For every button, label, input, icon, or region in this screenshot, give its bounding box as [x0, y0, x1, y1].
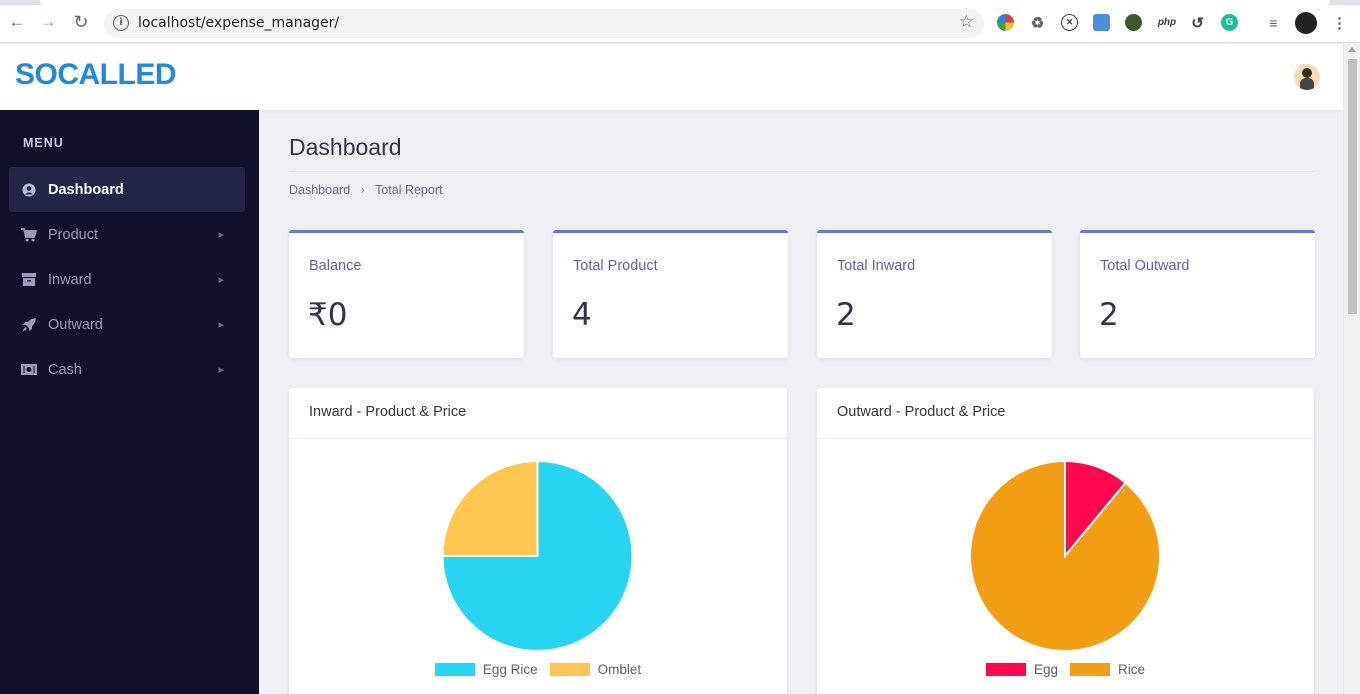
- legend-item[interactable]: Omblet: [549, 662, 642, 677]
- legend-item[interactable]: Egg: [985, 662, 1058, 677]
- stat-card-total-outward: Total Outward 2: [1080, 230, 1315, 358]
- sidebar-item-inward[interactable]: Inward ▸: [9, 257, 245, 302]
- legend-label: Egg: [1033, 662, 1058, 677]
- stat-label: Total Product: [573, 258, 658, 274]
- bookmark-star-icon[interactable]: ☆: [959, 12, 974, 32]
- outward-chart-card: Outward - Product & Price Egg Rice: [817, 388, 1314, 694]
- stat-value: 4: [572, 297, 592, 333]
- breadcrumb: Dashboard › Total Report: [289, 183, 442, 197]
- sidebar-item-label: Cash: [48, 361, 82, 378]
- legend-item[interactable]: Rice: [1070, 662, 1145, 677]
- menu-dots-icon[interactable]: ⋮: [1331, 14, 1348, 32]
- chevron-right-icon: ▸: [218, 229, 224, 241]
- leaf-extension-icon[interactable]: [1125, 14, 1142, 31]
- outward-pie-chart: [969, 459, 1161, 652]
- app-header: SOCALLED: [0, 44, 1343, 110]
- title-divider: [289, 171, 1314, 172]
- legend-item[interactable]: Egg Rice: [434, 662, 538, 677]
- sidebar-item-label: Dashboard: [48, 181, 124, 198]
- main-content: Dashboard Dashboard › Total Report Balan…: [259, 110, 1343, 694]
- sidebar-item-cash[interactable]: Cash ▸: [9, 347, 245, 392]
- playlist-icon[interactable]: ≡: [1265, 14, 1282, 31]
- sidebar-item-outward[interactable]: Outward ▸: [9, 302, 245, 347]
- browser-toolbar: ← → ↻ i localhost/expense_manager/ ☆ ♻ ✕…: [0, 0, 1360, 43]
- legend-swatch: [549, 663, 590, 676]
- recycle-extension-icon[interactable]: ♻: [1029, 14, 1046, 32]
- page-title: Dashboard: [289, 134, 402, 160]
- stat-card-balance: Balance ₹0: [289, 230, 524, 358]
- php-extension-icon[interactable]: php: [1155, 14, 1179, 31]
- info-icon[interactable]: i: [113, 15, 129, 31]
- sidebar: MENU Dashboard Product ▸ Inward ▸ Outwar…: [0, 110, 259, 694]
- page-scrollbar[interactable]: [1343, 44, 1360, 694]
- sidebar-item-dashboard[interactable]: Dashboard: [9, 167, 245, 212]
- pie-slice-rice[interactable]: [969, 459, 1161, 652]
- sidebar-item-label: Product: [48, 226, 98, 243]
- brand-logo[interactable]: SOCALLED: [15, 58, 177, 92]
- color-wheel-extension-icon[interactable]: [997, 14, 1014, 31]
- user-circle-icon: [21, 182, 37, 198]
- rocket-icon: [21, 317, 37, 333]
- profile-avatar-icon[interactable]: [1295, 12, 1317, 34]
- legend-swatch: [434, 663, 475, 676]
- tab-strip: [0, 0, 1360, 5]
- address-url[interactable]: localhost/expense_manager/: [138, 15, 339, 31]
- scroll-up-icon[interactable]: [1348, 47, 1356, 52]
- legend-swatch: [985, 663, 1026, 676]
- legend-label: Omblet: [597, 662, 642, 677]
- stat-value: 2: [836, 297, 856, 333]
- chevron-right-icon: ▸: [218, 364, 224, 376]
- inward-chart-card: Inward - Product & Price Egg Rice Omblet: [289, 388, 787, 694]
- menu-title: MENU: [23, 136, 64, 150]
- archive-icon: [21, 272, 37, 288]
- user-avatar[interactable]: [1294, 64, 1320, 90]
- address-bar[interactable]: i localhost/expense_manager/ ☆: [104, 9, 984, 38]
- stat-label: Balance: [309, 258, 362, 274]
- stat-card-total-inward: Total Inward 2: [817, 230, 1052, 358]
- legend-swatch: [1070, 663, 1110, 676]
- stat-card-total-product: Total Product 4: [553, 230, 788, 358]
- legend-label: Egg Rice: [482, 662, 538, 677]
- sidebar-item-product[interactable]: Product ▸: [9, 212, 245, 257]
- close-circle-extension-icon[interactable]: ✕: [1061, 14, 1078, 31]
- chevron-right-icon: ▸: [218, 274, 224, 286]
- forward-icon[interactable]: →: [38, 12, 58, 32]
- legend-label: Rice: [1118, 662, 1146, 677]
- chart-legend: Egg Rice: [817, 662, 1314, 677]
- history-extension-icon[interactable]: ↺: [1189, 14, 1206, 32]
- stat-label: Total Inward: [837, 258, 916, 274]
- sidebar-item-label: Outward: [48, 316, 103, 333]
- cart-icon: [21, 227, 37, 243]
- inward-pie-chart: [441, 459, 634, 652]
- pie-slice-omblet[interactable]: [441, 459, 539, 557]
- grammarly-extension-icon[interactable]: G: [1221, 14, 1238, 31]
- breadcrumb-item-current: Total Report: [375, 183, 443, 197]
- money-icon: [21, 362, 37, 378]
- back-icon[interactable]: ←: [7, 12, 27, 32]
- breadcrumb-item-dashboard[interactable]: Dashboard: [289, 183, 350, 197]
- sidebar-item-label: Inward: [48, 271, 92, 288]
- scroll-thumb[interactable]: [1348, 59, 1357, 314]
- chevron-right-icon: ▸: [218, 319, 224, 331]
- image-extension-icon[interactable]: [1093, 14, 1110, 31]
- stat-value: ₹0: [308, 297, 348, 333]
- stat-label: Total Outward: [1100, 258, 1190, 274]
- stat-value: 2: [1099, 297, 1119, 333]
- chevron-right-icon: ›: [360, 183, 365, 197]
- reload-icon[interactable]: ↻: [71, 12, 91, 32]
- chart-legend: Egg Rice Omblet: [289, 662, 787, 677]
